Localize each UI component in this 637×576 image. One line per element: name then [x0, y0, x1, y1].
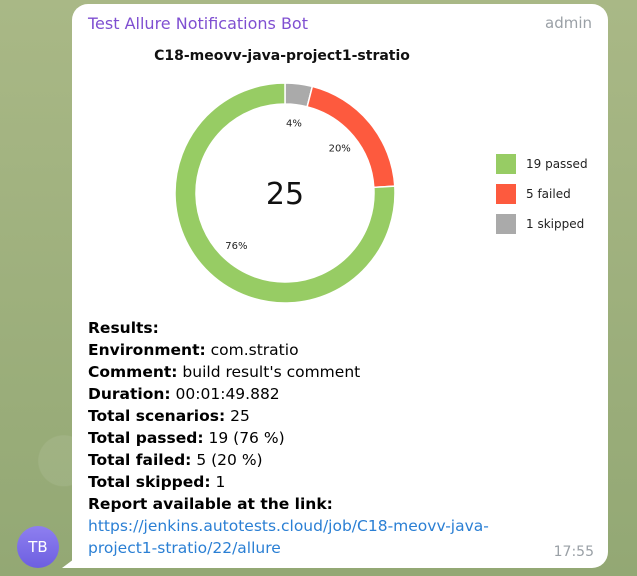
- passed-line: Total passed: 19 (76 %): [88, 429, 285, 447]
- legend-label-passed: 19 passed: [526, 157, 588, 171]
- avatar[interactable]: TB: [17, 526, 59, 568]
- message-time: 17:55: [553, 544, 594, 560]
- legend-item-failed: 5 failed: [496, 179, 588, 209]
- donut-chart: 4% 20% 76% 25: [174, 82, 396, 304]
- legend-swatch-failed: [496, 184, 516, 204]
- message-bubble: Test Allure Notifications Bot admin C18-…: [72, 4, 608, 568]
- admin-badge: admin: [545, 14, 592, 32]
- slice-label-failed: 20%: [329, 144, 351, 155]
- legend-label-failed: 5 failed: [526, 187, 571, 201]
- chart-legend: 19 passed 5 failed 1 skipped: [496, 149, 588, 239]
- report-link[interactable]: https://jenkins.autotests.cloud/job/C18-…: [88, 515, 558, 559]
- failed-line: Total failed: 5 (20 %): [88, 451, 263, 469]
- duration-line: Duration: 00:01:49.882: [88, 385, 280, 403]
- center-total-label: 25: [266, 177, 304, 212]
- comment-line: Comment: build result's comment: [88, 363, 361, 381]
- legend-item-skipped: 1 skipped: [496, 209, 588, 239]
- environment-line: Environment: com.stratio: [88, 341, 299, 359]
- legend-label-skipped: 1 skipped: [526, 217, 585, 231]
- slice-label-skipped: 4%: [286, 119, 302, 130]
- scenarios-line: Total scenarios: 25: [88, 407, 250, 425]
- slice-failed: [306, 85, 396, 189]
- slice-label-passed: 76%: [225, 241, 247, 252]
- legend-swatch-skipped: [496, 214, 516, 234]
- sender-name[interactable]: Test Allure Notifications Bot: [88, 14, 308, 33]
- chart-title: C18-meovv-java-project1-stratio: [154, 48, 410, 64]
- report-label: Report available at the link:: [88, 495, 333, 513]
- legend-swatch-passed: [496, 154, 516, 174]
- skipped-line: Total skipped: 1: [88, 473, 226, 491]
- results-text: Results: Environment: com.stratio Commen…: [88, 317, 558, 559]
- legend-item-passed: 19 passed: [496, 149, 588, 179]
- results-heading: Results:: [88, 319, 159, 337]
